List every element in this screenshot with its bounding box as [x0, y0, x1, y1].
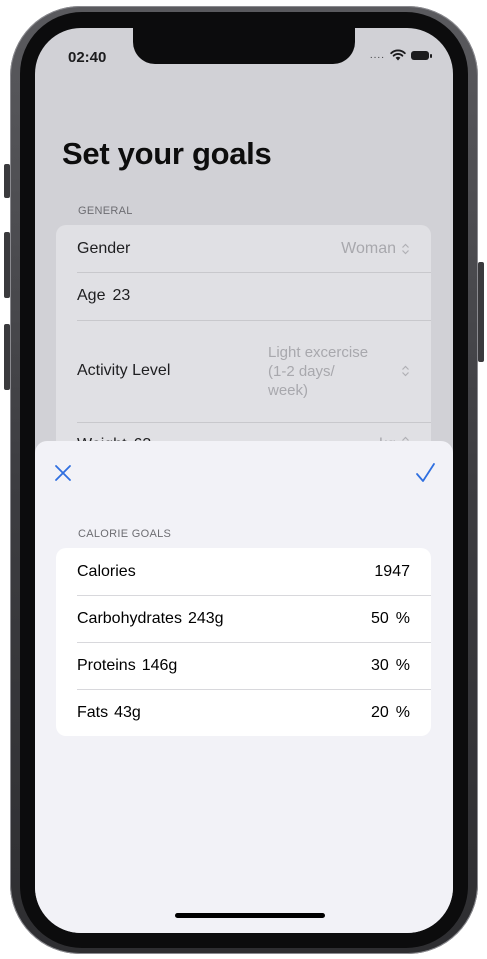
gender-label: Gender [77, 239, 131, 257]
calorie-goals-sheet: CALORIE GOALS Calories 1947 Carbohydrate… [35, 441, 453, 933]
activity-level-label: Activity Level [77, 362, 171, 379]
activity-level-value-line2: (1-2 days/ [268, 362, 335, 380]
activity-level-value-line3: week) [268, 381, 309, 399]
gender-row[interactable]: Gender Woman [56, 225, 431, 272]
activity-level-value: Light excercise (1-2 days/ week) [268, 343, 396, 400]
carbohydrates-label: Carbohydrates [77, 609, 182, 627]
activity-level-row[interactable]: Activity Level Light excercise (1-2 days… [56, 320, 431, 422]
checkmark-icon [416, 463, 435, 482]
age-value: 23 [112, 287, 131, 304]
notch [133, 28, 355, 64]
proteins-percent[interactable]: 30 [371, 657, 389, 675]
home-indicator[interactable] [175, 913, 325, 918]
volume-down-button [4, 324, 10, 390]
close-icon [55, 465, 71, 481]
status-time: 02:40 [68, 49, 107, 66]
fats-grams: 43g [114, 703, 141, 721]
gender-value: Woman [341, 239, 396, 257]
calories-value: 1947 [374, 562, 410, 580]
volume-up-button [4, 232, 10, 298]
carbohydrates-percent-unit: % [395, 609, 410, 627]
phone-screen: 02:40 .... Set your goals GENERAL Gender… [35, 28, 453, 933]
calories-label: Calories [77, 562, 136, 580]
close-button[interactable] [51, 461, 75, 485]
chevron-up-down-icon [402, 243, 409, 254]
fats-row[interactable]: Fats 43g 20 % [56, 689, 431, 736]
battery-icon [411, 50, 432, 60]
confirm-button[interactable] [413, 461, 437, 485]
status-icons: .... [369, 49, 432, 61]
proteins-percent-unit: % [395, 656, 410, 674]
carbohydrates-row[interactable]: Carbohydrates 243g 50 % [56, 595, 431, 642]
fats-label: Fats [77, 703, 109, 721]
silent-switch [4, 164, 10, 198]
carbohydrates-percent[interactable]: 50 [371, 610, 389, 628]
age-label: Age [77, 287, 106, 304]
page-title: Set your goals [62, 136, 272, 171]
proteins-row[interactable]: Proteins 146g 30 % [56, 642, 431, 689]
fats-percent[interactable]: 20 [371, 704, 389, 722]
age-row[interactable]: Age 23 [56, 272, 431, 320]
chevron-up-down-icon [402, 365, 409, 377]
activity-level-value-line1: Light excercise [268, 343, 369, 361]
general-group: Gender Woman Age 23 Activity Level Light… [56, 225, 431, 455]
calorie-goals-group: Calories 1947 Carbohydrates 243g 50 % Pr… [56, 548, 431, 736]
carbohydrates-grams: 243g [187, 609, 224, 627]
wifi-icon [390, 49, 406, 61]
calorie-goals-header: CALORIE GOALS [78, 528, 172, 540]
signal-indicator: .... [369, 49, 385, 61]
power-button [478, 262, 484, 362]
general-section-header: GENERAL [78, 205, 133, 217]
calories-row: Calories 1947 [56, 548, 431, 595]
proteins-label: Proteins [77, 656, 136, 674]
fats-percent-unit: % [395, 703, 410, 721]
proteins-grams: 146g [141, 656, 178, 674]
